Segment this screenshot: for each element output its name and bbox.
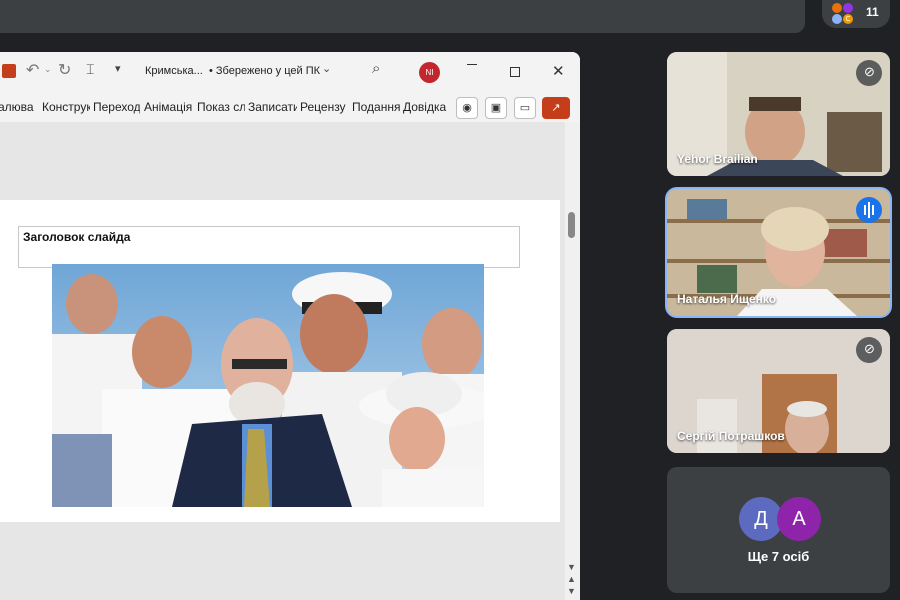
tab-help[interactable]: Довідка [403, 100, 453, 114]
close-icon[interactable]: ✕ [552, 62, 565, 80]
slide-editor-area: Заголовок слайда [0, 122, 565, 600]
slide-title-placeholder[interactable]: Заголовок слайда [18, 226, 520, 268]
tab-review[interactable]: Рецензу [300, 100, 348, 114]
save-icon[interactable] [2, 64, 16, 78]
slide-title-text: Заголовок слайда [23, 230, 131, 244]
participant-tile[interactable]: ⊘ Yehor Brailian [667, 52, 890, 176]
slide[interactable]: Заголовок слайда [0, 200, 560, 522]
tab-view[interactable]: Подання [352, 100, 400, 114]
participant-tile[interactable]: ⊘ Сергій Потрашков [667, 329, 890, 453]
avatar [843, 3, 853, 13]
document-title[interactable]: Кримська... [145, 65, 203, 77]
chevron-down-icon[interactable]: ⌄ [44, 64, 52, 75]
record-button[interactable]: ◉ [456, 97, 478, 119]
scroll-down-icon[interactable]: ▼ [567, 562, 576, 572]
minimize-icon[interactable] [467, 64, 477, 65]
scrollbar-thumb[interactable] [568, 212, 575, 238]
present-icon[interactable]: ⌶ [86, 61, 94, 78]
more-participants-tile[interactable]: Д А Ще 7 осіб [667, 467, 890, 593]
redo-icon[interactable]: ↻ [58, 60, 71, 80]
mic-muted-icon: ⊘ [856, 337, 882, 363]
photo-image [52, 264, 484, 507]
maximize-icon[interactable] [510, 67, 520, 77]
participants-button[interactable]: С 11 [822, 0, 890, 28]
tab-design-draw[interactable]: алюва [0, 100, 38, 114]
participant-name: Yehor Brailian [677, 152, 758, 166]
save-status[interactable]: • Збережено у цей ПК [209, 65, 320, 77]
customize-toolbar-icon[interactable]: ▾ [115, 62, 121, 75]
next-slide-icon[interactable]: ▼ [567, 586, 576, 596]
ribbon-tabs: алюва Конструк Переход Анімація Показ сл… [0, 92, 580, 123]
speaking-indicator-icon [856, 197, 882, 223]
tab-transitions[interactable]: Переход [93, 100, 140, 114]
participant-tile-active[interactable]: Наталья Ищенко [667, 189, 890, 316]
tab-design[interactable]: Конструк [42, 100, 90, 114]
chevron-down-icon[interactable]: ⌄ [322, 62, 331, 75]
avatar [832, 3, 842, 13]
participant-name: Наталья Ищенко [677, 292, 777, 306]
tab-record[interactable]: Записати [248, 100, 297, 114]
meet-top-bar [0, 0, 805, 33]
undo-icon[interactable]: ↶ [26, 60, 39, 80]
participants-count: 11 [866, 5, 879, 19]
user-avatar[interactable]: NI [419, 62, 440, 83]
prev-slide-icon[interactable]: ▲ [567, 574, 576, 584]
tab-animations[interactable]: Анімація [144, 100, 194, 114]
more-participants-label: Ще 7 осіб [747, 549, 810, 564]
search-icon[interactable]: ⌕ [372, 60, 380, 77]
tab-slideshow[interactable]: Показ сл [197, 100, 245, 114]
comments-button[interactable]: ▭ [514, 97, 536, 119]
avatar: А [777, 497, 821, 541]
mic-muted-icon: ⊘ [856, 60, 882, 86]
teams-button[interactable]: ▣ [485, 97, 507, 119]
participant-name: Сергій Потрашков [677, 429, 785, 443]
avatar: С [843, 14, 853, 24]
avatar [832, 14, 842, 24]
share-button[interactable]: ↗ [542, 97, 570, 119]
vertical-scrollbar[interactable]: ▼ ▲ ▼ [565, 122, 580, 600]
slide-photo[interactable] [52, 264, 484, 507]
title-bar: ↶ ⌄ ↻ ⌶ ▾ Кримська... • Збережено у цей … [0, 52, 580, 92]
powerpoint-window: ↶ ⌄ ↻ ⌶ ▾ Кримська... • Збережено у цей … [0, 52, 580, 600]
